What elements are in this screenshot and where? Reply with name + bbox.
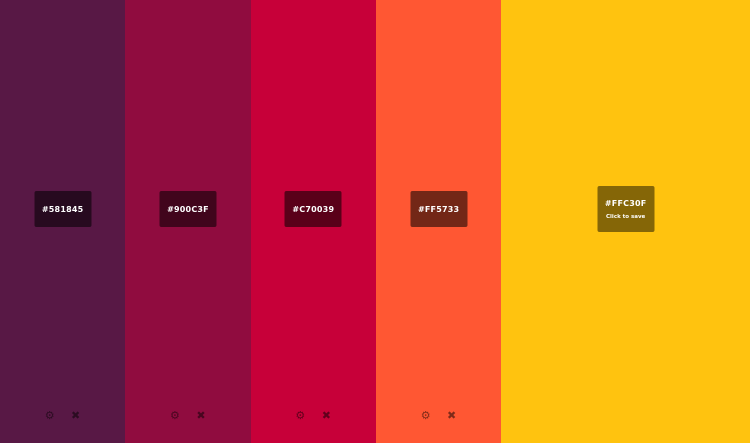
hex-label-box[interactable]: #FF5733 [410, 191, 468, 227]
hex-label-box[interactable]: #581845 [34, 191, 92, 227]
hex-code: #C70039 [292, 204, 335, 214]
save-color-button[interactable]: #FFC30F Click to save [597, 186, 655, 232]
color-palette: #581845 ⚙ ✖ #900C3F ⚙ ✖ #C70039 ⚙ ✖ #FF5733… [0, 0, 750, 443]
close-icon[interactable]: ✖ [320, 410, 332, 421]
hex-label-box[interactable]: #C70039 [284, 191, 342, 227]
close-icon[interactable]: ✖ [70, 410, 82, 421]
click-to-save-hint: Click to save [606, 213, 646, 220]
hex-label-box[interactable]: #900C3F [159, 191, 217, 227]
gear-icon[interactable]: ⚙ [294, 410, 306, 421]
color-column-1[interactable]: #581845 ⚙ ✖ [0, 0, 126, 443]
close-icon[interactable]: ✖ [195, 410, 207, 421]
gear-icon[interactable]: ⚙ [44, 410, 56, 421]
color-column-4[interactable]: #FF5733 ⚙ ✖ [375, 0, 502, 443]
color-column-5[interactable]: #FFC30F Click to save [501, 0, 750, 443]
hex-code: #900C3F [167, 204, 209, 214]
gear-icon[interactable]: ⚙ [420, 410, 432, 421]
hex-code: #FF5733 [417, 204, 460, 214]
hex-code: #581845 [41, 204, 84, 214]
close-icon[interactable]: ✖ [446, 410, 458, 421]
color-column-2[interactable]: #900C3F ⚙ ✖ [125, 0, 251, 443]
color-column-3[interactable]: #C70039 ⚙ ✖ [250, 0, 376, 443]
gear-icon[interactable]: ⚙ [169, 410, 181, 421]
hex-code: #FFC30F [604, 198, 647, 208]
